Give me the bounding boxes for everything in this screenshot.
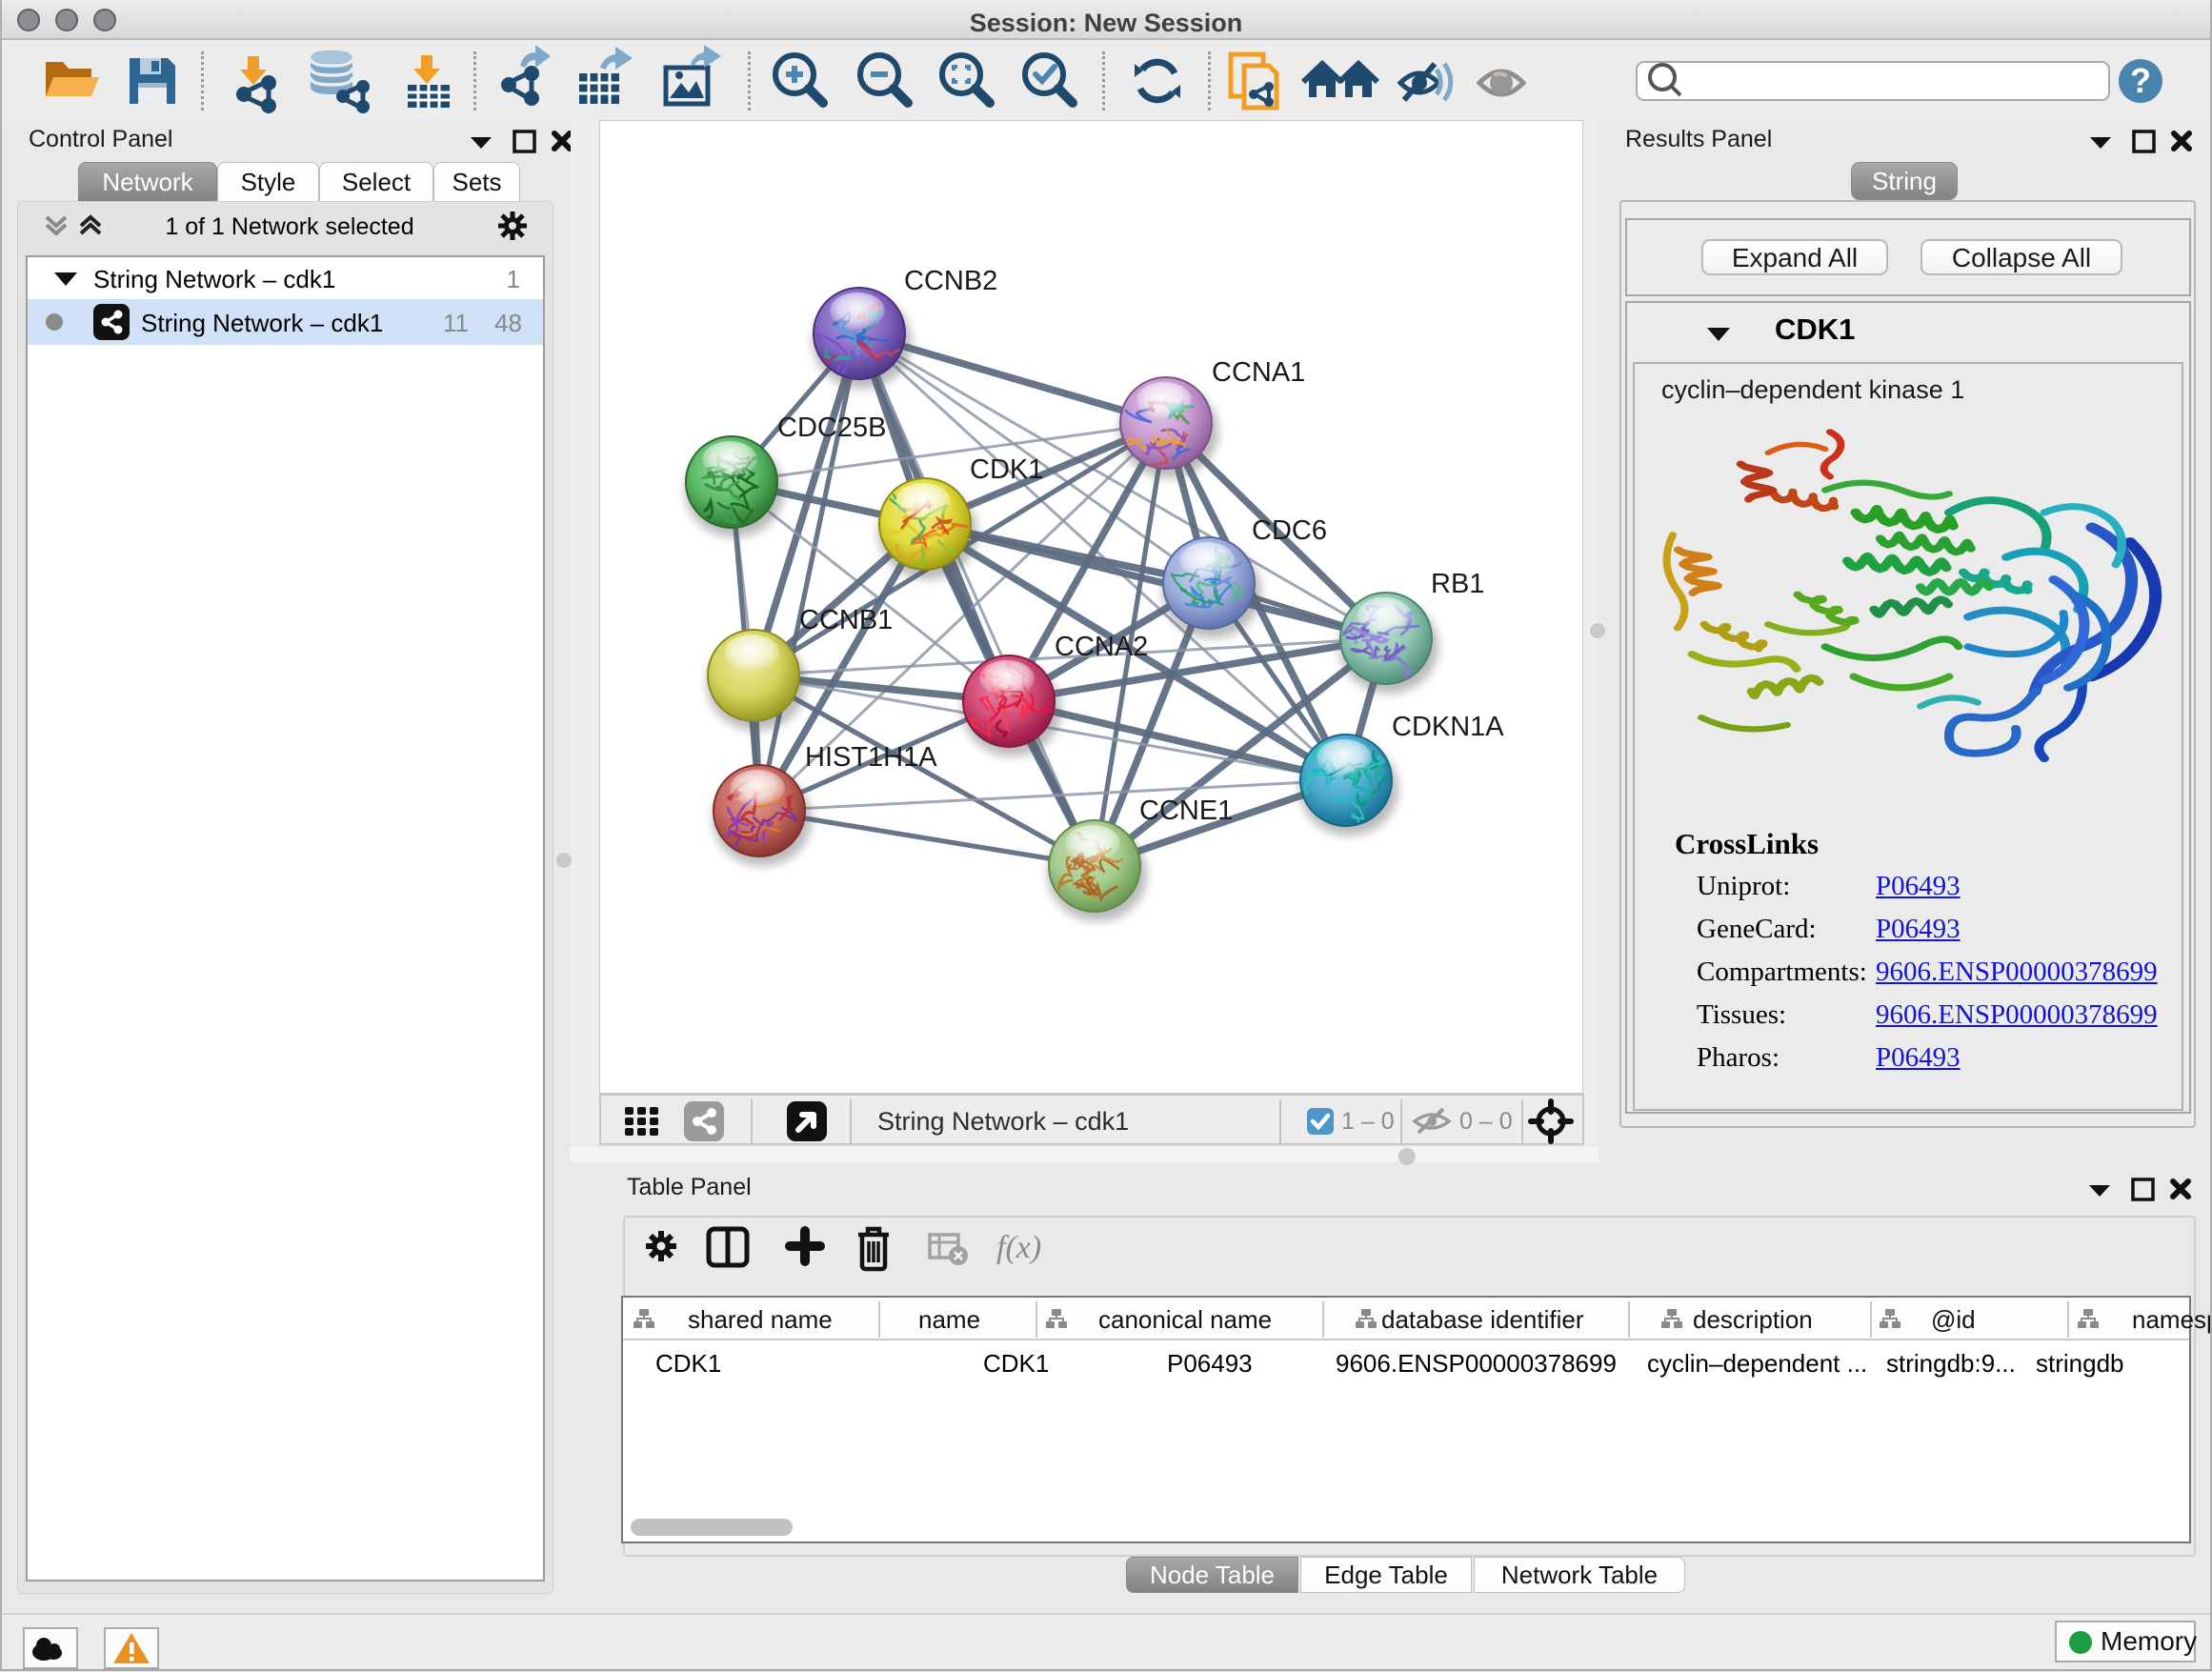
svg-text:CDKN1A: CDKN1A — [1392, 712, 1504, 742]
svg-text:CCNA2: CCNA2 — [1055, 632, 1148, 662]
svg-text:CCNA1: CCNA1 — [1212, 357, 1305, 388]
svg-text:CDK1: CDK1 — [970, 454, 1043, 485]
svg-text:0 – 0: 0 – 0 — [1459, 1108, 1513, 1135]
svg-text:CCNB1: CCNB1 — [799, 605, 893, 635]
svg-text:CDC6: CDC6 — [1252, 515, 1327, 546]
svg-text:HIST1H1A: HIST1H1A — [805, 742, 937, 773]
svg-text:String Network – cdk1: String Network – cdk1 — [877, 1107, 1129, 1136]
svg-text:CDC25B: CDC25B — [777, 413, 886, 443]
svg-text:f(x): f(x) — [996, 1230, 1041, 1265]
svg-text:?: ? — [2130, 61, 2151, 100]
svg-text:CCNB2: CCNB2 — [904, 266, 997, 296]
svg-text:CCNE1: CCNE1 — [1139, 796, 1233, 826]
svg-text:1 – 0: 1 – 0 — [1341, 1108, 1395, 1135]
svg-text:RB1: RB1 — [1431, 569, 1484, 599]
